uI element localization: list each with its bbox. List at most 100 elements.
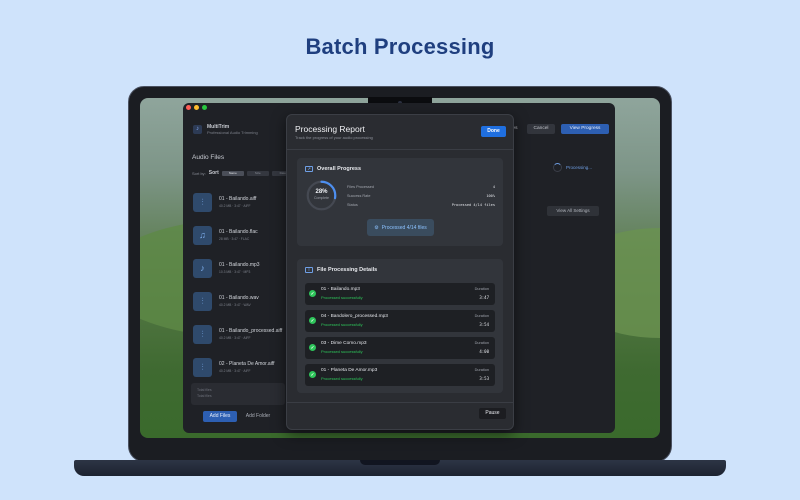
file-name: 01 - Bailando.aiff [219, 196, 257, 202]
overall-progress-header: ↗ Overall Progress [305, 166, 361, 172]
stat-value: 100% [486, 194, 495, 198]
divider [287, 402, 513, 403]
list-item[interactable]: ⫶ 01 - Bailando.wav 40.2 MB · 3:47 · WAV [191, 289, 285, 322]
waveform-icon: ⫶ [193, 358, 212, 377]
progress-stats: Files Processed 4 Success Rate 100% Stat… [347, 185, 495, 212]
row-duration-label: Duration [474, 287, 489, 291]
row-status: Processed successfully [321, 322, 363, 327]
stat-label: Files Processed [347, 185, 375, 189]
table-row[interactable]: ✓ 03 - Dime Como.mp3 Processed successfu… [305, 337, 495, 359]
checkmark-icon: ✓ [309, 317, 316, 324]
file-name: 01 - Bailando.wav [219, 295, 259, 301]
list-item[interactable]: ⫶ 01 - Bailando.aiff 40.2 MB · 3:47 · AI… [191, 190, 285, 223]
row-duration: 3:53 [479, 376, 489, 381]
sort-value[interactable]: Sort [209, 170, 219, 176]
sort-label: Sort by: [192, 170, 206, 176]
processing-report-dialog: Processing Report Track the progress of … [286, 114, 514, 430]
app-logo-icon: ♪ [193, 125, 202, 134]
queue-summary: Total files Total files [191, 383, 285, 405]
divider [287, 149, 513, 150]
table-row[interactable]: ✓ 04 - Bandolero_processed.mp3 Processed… [305, 310, 495, 332]
minimize-window-button[interactable] [194, 105, 199, 110]
checkmark-icon: ✓ [309, 344, 316, 351]
row-duration: 3:47 [479, 295, 489, 300]
list-item[interactable]: ♪ 01 - Bailando.mp3 10.3 MB · 3:47 · MP3 [191, 256, 285, 289]
file-meta: 40.2 MB · 3:47 · WAV [219, 303, 251, 307]
overall-progress-heading: Overall Progress [317, 166, 362, 172]
music-note-icon: ♪ [193, 259, 212, 278]
window-controls [186, 105, 207, 110]
sort-option-name[interactable]: Name [221, 170, 244, 176]
row-duration: 4:00 [479, 349, 489, 354]
row-duration-label: Duration [474, 368, 489, 372]
list-item[interactable]: ⫶ 01 - Bailando_processed.aiff 40.2 MB ·… [191, 322, 285, 355]
row-duration-label: Duration [474, 314, 489, 318]
stat-row: Status Processed 4/14 files [347, 203, 495, 212]
stat-label: Status [347, 203, 358, 207]
queue-line: Total files [197, 394, 212, 398]
add-folder-button[interactable]: Add Folder [241, 411, 275, 422]
file-list: ⫶ 01 - Bailando.aiff 40.2 MB · 3:47 · AI… [191, 190, 285, 388]
view-all-settings-button[interactable]: View All Settings [547, 206, 599, 216]
file-meta: 40.2 MB · 3:47 · AIFF [219, 336, 251, 340]
row-file-name: 01 - Bailando.mp3 [321, 287, 360, 292]
file-meta: 10.3 MB · 3:47 · MP3 [219, 270, 251, 274]
done-button[interactable]: Done [481, 126, 506, 137]
file-meta: 40.2 MB · 3:47 · AIFF [219, 369, 251, 373]
stat-value: Processed 4/14 files [451, 203, 495, 207]
overall-progress-card: ↗ Overall Progress 28% Complete Files Pr… [297, 158, 503, 246]
processing-status: Processing... [553, 163, 592, 172]
stat-label: Success Rate [347, 194, 371, 198]
row-file-name: 04 - Bandolero_processed.mp3 [321, 314, 388, 319]
sort-option-size[interactable]: Size [246, 170, 269, 176]
audio-files-title: Audio Files [192, 154, 225, 161]
zoom-window-button[interactable] [202, 105, 207, 110]
file-details-card: ≡ File Processing Details ✓ 01 - Bailand… [297, 259, 503, 393]
table-row[interactable]: ✓ 01 - Bailando.mp3 Processed successful… [305, 283, 495, 305]
sort-row: Sort by: Sort Name Size Date [192, 170, 294, 176]
checkmark-icon: ✓ [309, 290, 316, 297]
progress-percent: 28% [315, 189, 328, 195]
row-file-name: 01 - Planeta De Amor.mp3 [321, 368, 378, 373]
progress-ring-label: 28% Complete [305, 189, 338, 200]
list-icon: ≡ [305, 267, 313, 273]
music-notes-icon: ♫ [193, 226, 212, 245]
gears-icon: ⚙ [374, 224, 379, 231]
add-files-button[interactable]: Add Files [203, 411, 237, 422]
checkmark-icon: ✓ [309, 371, 316, 378]
list-item[interactable]: ♫ 01 - Bailando.flac 28 MB · 3:47 · FLAC [191, 223, 285, 256]
progress-complete-label: Complete [314, 196, 329, 200]
file-name: 02 - Planeta De Amor.aiff [219, 361, 275, 367]
headline: Batch Processing [305, 34, 495, 59]
laptop-base [74, 460, 726, 476]
row-status: Processed successfully [321, 295, 363, 300]
chart-line-icon: ↗ [305, 166, 313, 172]
row-status: Processed successfully [321, 349, 363, 354]
row-status: Processed successfully [321, 376, 363, 381]
waveform-icon: ⫶ [193, 292, 212, 311]
waveform-icon: ⫶ [193, 325, 212, 344]
file-meta: 28 MB · 3:47 · FLAC [219, 237, 250, 241]
pause-button[interactable]: Pause [479, 408, 506, 419]
app-subtitle: Professional Audio Trimming [207, 130, 258, 135]
row-file-name: 03 - Dime Como.mp3 [321, 341, 367, 346]
stat-value: 4 [492, 185, 495, 189]
view-progress-button[interactable]: View Progress [561, 124, 609, 134]
row-duration: 3:54 [479, 322, 489, 327]
table-row[interactable]: ✓ 01 - Planeta De Amor.mp3 Processed suc… [305, 364, 495, 386]
file-name: 01 - Bailando.flac [219, 229, 258, 235]
cancel-button[interactable]: Cancel [527, 124, 555, 134]
file-name: 01 - Bailando.mp3 [219, 262, 260, 268]
file-details-header: ≡ File Processing Details [305, 267, 377, 273]
close-window-button[interactable] [186, 105, 191, 110]
stat-row: Success Rate 100% [347, 194, 495, 203]
file-details-heading: File Processing Details [317, 267, 378, 273]
file-name: 01 - Bailando_processed.aiff [219, 328, 283, 334]
processing-status-text: Processing... [566, 165, 593, 170]
file-meta: 40.2 MB · 3:47 · AIFF [219, 204, 251, 208]
waveform-icon: ⫶ [193, 193, 212, 212]
spinner-icon [553, 163, 562, 172]
stat-row: Files Processed 4 [347, 185, 495, 194]
dialog-subtitle: Track the progress of your audio process… [295, 135, 373, 140]
processed-count-badge: ⚙ Processed 4/14 files [367, 219, 434, 236]
